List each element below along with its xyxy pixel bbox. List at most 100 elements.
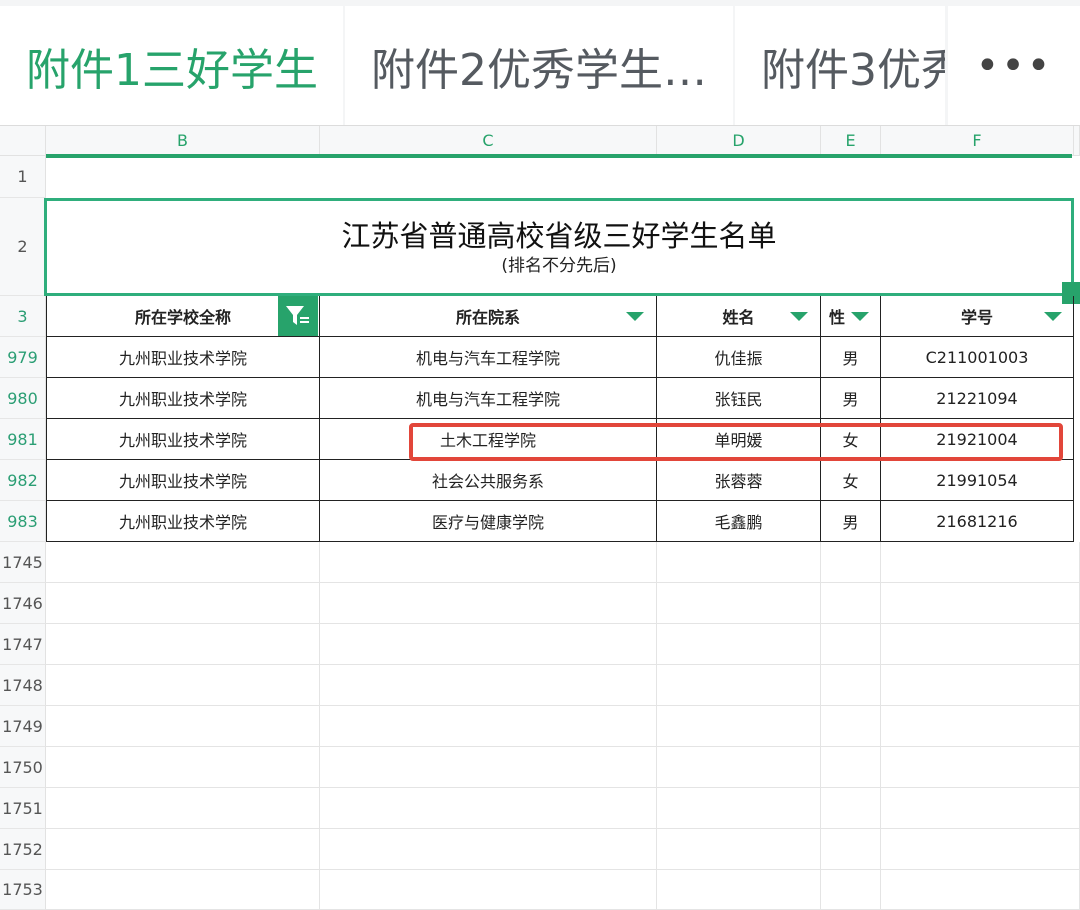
empty-cell[interactable] bbox=[881, 829, 1080, 870]
student-id-cell[interactable]: 21681216 bbox=[881, 501, 1074, 542]
empty-cell[interactable] bbox=[657, 583, 821, 624]
empty-cell[interactable] bbox=[46, 542, 320, 583]
empty-cell[interactable] bbox=[46, 788, 320, 829]
empty-cell[interactable] bbox=[821, 624, 881, 665]
empty-cell[interactable] bbox=[320, 624, 657, 665]
empty-cell[interactable] bbox=[881, 624, 1080, 665]
empty-cell[interactable] bbox=[320, 542, 657, 583]
empty-cell[interactable] bbox=[46, 156, 1080, 198]
title-cell[interactable]: 江苏省普通高校省级三好学生名单 (排名不分先后) bbox=[44, 198, 1074, 296]
empty-cell[interactable] bbox=[46, 706, 320, 747]
row-header[interactable]: 3 bbox=[0, 296, 46, 337]
column-header-e[interactable]: E bbox=[821, 126, 881, 156]
empty-cell[interactable] bbox=[657, 829, 821, 870]
gender-cell[interactable]: 男 bbox=[821, 501, 881, 542]
filter-dropdown-name[interactable] bbox=[779, 296, 819, 336]
filter-dropdown-id[interactable] bbox=[1033, 296, 1073, 336]
empty-cell[interactable] bbox=[821, 583, 881, 624]
student-id-cell[interactable]: 21221094 bbox=[881, 378, 1074, 419]
empty-cell[interactable] bbox=[46, 870, 320, 910]
row-header[interactable]: 1750 bbox=[0, 747, 46, 788]
empty-cell[interactable] bbox=[657, 665, 821, 706]
tab-sheet-3[interactable]: 附件3优秀 bbox=[735, 6, 945, 125]
empty-cell[interactable] bbox=[881, 583, 1080, 624]
tab-sheet-2[interactable]: 附件2优秀学生… bbox=[345, 6, 733, 125]
empty-cell[interactable] bbox=[821, 788, 881, 829]
column-header-d[interactable]: D bbox=[657, 126, 821, 156]
row-header[interactable]: 981 bbox=[0, 419, 46, 460]
filter-active-button-school[interactable] bbox=[278, 296, 318, 336]
filter-dropdown-gender[interactable] bbox=[840, 296, 880, 336]
dept-cell[interactable]: 机电与汽车工程学院 bbox=[320, 378, 657, 419]
row-header[interactable]: 1749 bbox=[0, 706, 46, 747]
school-cell[interactable]: 九州职业技术学院 bbox=[46, 419, 320, 460]
column-header-b[interactable]: B bbox=[46, 126, 320, 156]
school-cell[interactable]: 九州职业技术学院 bbox=[46, 460, 320, 501]
row-header[interactable]: 1747 bbox=[0, 624, 46, 665]
row-header[interactable]: 1751 bbox=[0, 788, 46, 829]
filter-dropdown-dept[interactable] bbox=[615, 296, 655, 336]
empty-cell[interactable] bbox=[881, 870, 1080, 910]
row-header[interactable]: 2 bbox=[0, 198, 46, 296]
empty-cell[interactable] bbox=[881, 542, 1080, 583]
row-header[interactable]: 982 bbox=[0, 460, 46, 501]
row-header[interactable]: 1745 bbox=[0, 542, 46, 583]
column-header-f[interactable]: F bbox=[881, 126, 1074, 156]
name-cell[interactable]: 张钰民 bbox=[657, 378, 821, 419]
empty-cell[interactable] bbox=[320, 788, 657, 829]
empty-cell[interactable] bbox=[46, 747, 320, 788]
row-header[interactable]: 1 bbox=[0, 156, 46, 198]
tab-sheet-1[interactable]: 附件1三好学生 bbox=[0, 6, 343, 125]
empty-cell[interactable] bbox=[320, 665, 657, 706]
empty-cell[interactable] bbox=[320, 870, 657, 910]
empty-cell[interactable] bbox=[821, 542, 881, 583]
empty-cell[interactable] bbox=[821, 747, 881, 788]
student-id-cell[interactable]: C211001003 bbox=[881, 337, 1074, 378]
empty-cell[interactable] bbox=[320, 829, 657, 870]
gender-cell[interactable]: 女 bbox=[821, 460, 881, 501]
empty-cell[interactable] bbox=[46, 583, 320, 624]
gender-cell[interactable]: 男 bbox=[821, 337, 881, 378]
empty-cell[interactable] bbox=[657, 870, 821, 910]
empty-cell[interactable] bbox=[821, 870, 881, 910]
row-header[interactable]: 1753 bbox=[0, 870, 46, 910]
empty-cell[interactable] bbox=[320, 747, 657, 788]
empty-cell[interactable] bbox=[657, 624, 821, 665]
student-id-cell[interactable]: 21991054 bbox=[881, 460, 1074, 501]
name-cell[interactable]: 仇佳振 bbox=[657, 337, 821, 378]
column-header-c[interactable]: C bbox=[320, 126, 657, 156]
row-header[interactable]: 983 bbox=[0, 501, 46, 542]
dept-cell[interactable]: 医疗与健康学院 bbox=[320, 501, 657, 542]
row-header[interactable]: 1748 bbox=[0, 665, 46, 706]
school-cell[interactable]: 九州职业技术学院 bbox=[46, 378, 320, 419]
row-header[interactable]: 1752 bbox=[0, 829, 46, 870]
select-all-corner[interactable] bbox=[0, 126, 46, 156]
header-cell-dept[interactable]: 所在院系 bbox=[320, 296, 657, 337]
empty-cell[interactable] bbox=[821, 706, 881, 747]
empty-cell[interactable] bbox=[881, 706, 1080, 747]
row-header[interactable]: 980 bbox=[0, 378, 46, 419]
empty-cell[interactable] bbox=[657, 788, 821, 829]
empty-cell[interactable] bbox=[881, 788, 1080, 829]
row-header[interactable]: 979 bbox=[0, 337, 46, 378]
empty-cell[interactable] bbox=[320, 706, 657, 747]
empty-cell[interactable] bbox=[46, 829, 320, 870]
dept-cell[interactable]: 机电与汽车工程学院 bbox=[320, 337, 657, 378]
empty-cell[interactable] bbox=[881, 665, 1080, 706]
empty-cell[interactable] bbox=[881, 747, 1080, 788]
empty-cell[interactable] bbox=[46, 665, 320, 706]
school-cell[interactable]: 九州职业技术学院 bbox=[46, 337, 320, 378]
empty-cell[interactable] bbox=[821, 665, 881, 706]
empty-cell[interactable] bbox=[657, 542, 821, 583]
empty-cell[interactable] bbox=[46, 624, 320, 665]
row-header[interactable]: 1746 bbox=[0, 583, 46, 624]
empty-cell[interactable] bbox=[320, 583, 657, 624]
name-cell[interactable]: 毛鑫鹏 bbox=[657, 501, 821, 542]
empty-cell[interactable] bbox=[657, 747, 821, 788]
dept-cell[interactable]: 社会公共服务系 bbox=[320, 460, 657, 501]
empty-cell[interactable] bbox=[821, 829, 881, 870]
more-tabs-button[interactable]: ••• bbox=[948, 6, 1080, 125]
school-cell[interactable]: 九州职业技术学院 bbox=[46, 501, 320, 542]
gender-cell[interactable]: 男 bbox=[821, 378, 881, 419]
column-header-g[interactable] bbox=[1074, 126, 1080, 156]
